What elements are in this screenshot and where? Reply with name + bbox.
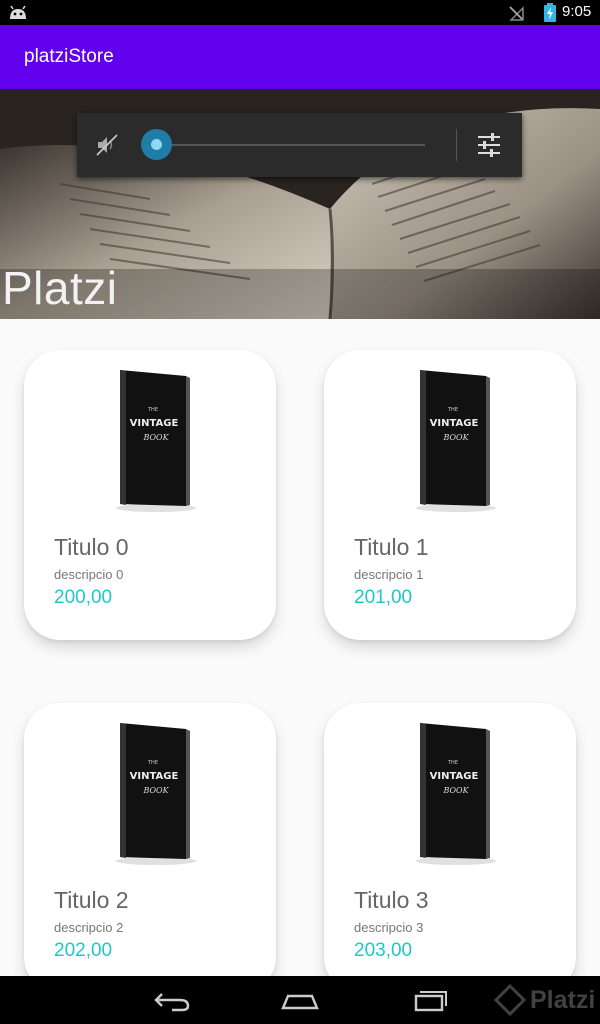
volume-slider-track[interactable] xyxy=(157,144,425,146)
cover-text-vintage: VINTAGE xyxy=(130,771,179,782)
volume-slider-thumb[interactable] xyxy=(141,129,172,160)
battery-charging-icon xyxy=(544,3,556,22)
book-cover-image: THE VINTAGE BOOK xyxy=(416,370,496,512)
book-cover-image: THE VINTAGE BOOK xyxy=(116,723,196,865)
product-title: Titulo 2 xyxy=(54,887,129,913)
volume-panel xyxy=(77,113,522,177)
product-description: descripcio 1 xyxy=(354,567,424,582)
equalizer-settings-icon[interactable] xyxy=(475,131,503,159)
hero-brand-text: Platzi xyxy=(2,262,118,314)
cover-text-book: BOOK xyxy=(442,786,469,795)
status-bar: 9:05 xyxy=(0,0,600,25)
platzi-logo-icon xyxy=(494,984,526,1016)
watermark-text: Platzi xyxy=(530,986,596,1014)
system-nav-bar: Platzi xyxy=(0,976,600,1024)
product-price: 200,00 xyxy=(54,587,113,608)
home-icon[interactable] xyxy=(280,986,320,1014)
volume-mute-icon[interactable] xyxy=(95,133,119,157)
android-icon xyxy=(10,5,26,19)
cover-text-book: BOOK xyxy=(142,433,169,442)
product-price: 201,00 xyxy=(354,587,413,608)
product-title: Titulo 1 xyxy=(354,534,429,560)
product-card[interactable]: THE VINTAGE BOOK Titulo 3 descripcio 3 2… xyxy=(324,703,576,976)
cover-text-vintage: VINTAGE xyxy=(130,418,179,429)
product-card[interactable]: THE VINTAGE BOOK Titulo 0 descripcio 0 2… xyxy=(24,350,276,640)
book-cover-image: THE VINTAGE BOOK xyxy=(116,370,196,512)
recents-icon[interactable] xyxy=(410,986,450,1014)
product-price: 202,00 xyxy=(54,940,113,961)
cover-text-the: THE xyxy=(147,407,158,413)
status-clock: 9:05 xyxy=(562,3,592,20)
product-description: descripcio 0 xyxy=(54,567,124,582)
product-title: Titulo 3 xyxy=(354,887,429,913)
product-grid: THE VINTAGE BOOK Titulo 0 descripcio 0 2… xyxy=(0,319,600,976)
cover-text-vintage: VINTAGE xyxy=(430,771,479,782)
cover-text-book: BOOK xyxy=(142,786,169,795)
signal-off-icon xyxy=(509,6,524,21)
volume-panel-divider xyxy=(456,129,457,161)
book-cover-image: THE VINTAGE BOOK xyxy=(416,723,496,865)
cover-text-the: THE xyxy=(147,760,158,766)
cover-text-the: THE xyxy=(447,407,458,413)
product-description: descripcio 2 xyxy=(54,920,124,935)
product-price: 203,00 xyxy=(354,940,413,961)
product-card[interactable]: THE VINTAGE BOOK Titulo 2 descripcio 2 2… xyxy=(24,703,276,976)
app-title: platziStore xyxy=(24,46,114,67)
back-icon[interactable] xyxy=(152,986,192,1014)
cover-text-the: THE xyxy=(447,760,458,766)
product-description: descripcio 3 xyxy=(354,920,424,935)
cover-text-vintage: VINTAGE xyxy=(430,418,479,429)
product-card[interactable]: THE VINTAGE BOOK Titulo 1 descripcio 1 2… xyxy=(324,350,576,640)
cover-text-book: BOOK xyxy=(442,433,469,442)
product-title: Titulo 0 xyxy=(54,534,129,560)
app-bar: platziStore xyxy=(0,25,600,89)
